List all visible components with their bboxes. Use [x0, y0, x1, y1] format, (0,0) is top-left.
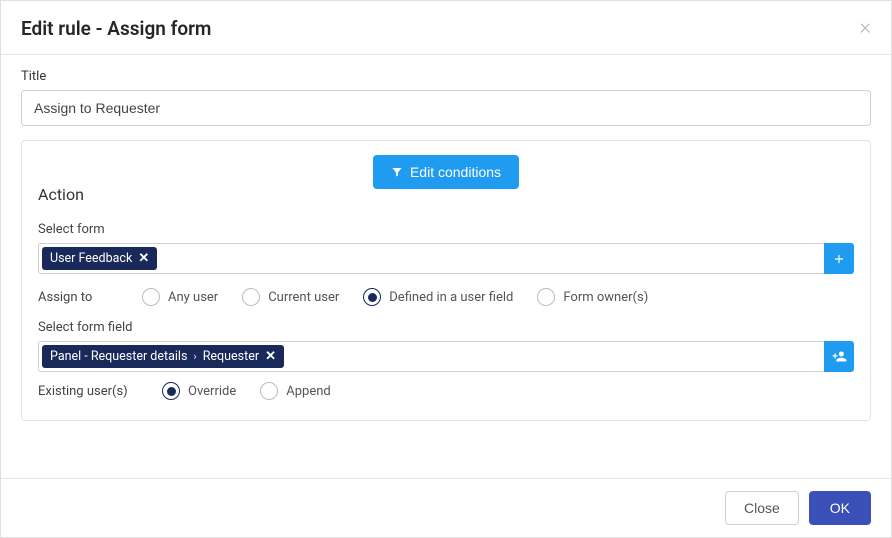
edit-conditions-button[interactable]: Edit conditions: [373, 155, 519, 189]
existing-users-label: Existing user(s): [38, 384, 138, 399]
assign-to-option-any-user[interactable]: Any user: [142, 288, 218, 306]
select-form-field-input[interactable]: Panel - Requester details › Requester ✕: [38, 341, 824, 372]
select-form-input[interactable]: User Feedback ✕: [38, 243, 824, 274]
chevron-right-icon: ›: [193, 350, 196, 363]
close-icon[interactable]: ×: [859, 17, 871, 39]
user-plus-icon: [832, 349, 847, 364]
form-tag: User Feedback ✕: [42, 247, 157, 270]
radio-icon: [162, 382, 180, 400]
assign-to-label: Assign to: [38, 290, 118, 305]
radio-label: Override: [188, 384, 236, 399]
add-form-field-button[interactable]: [824, 341, 854, 372]
radio-label: Any user: [168, 290, 218, 305]
assign-to-option-current-user[interactable]: Current user: [242, 288, 339, 306]
ok-button[interactable]: OK: [809, 491, 871, 525]
title-input[interactable]: [21, 90, 871, 126]
select-form-label: Select form: [38, 222, 854, 237]
form-field-tag: Panel - Requester details › Requester ✕: [42, 345, 284, 368]
radio-label: Current user: [268, 290, 339, 305]
radio-icon: [142, 288, 160, 306]
remove-form-tag-icon[interactable]: ✕: [138, 251, 149, 266]
title-label: Title: [21, 69, 871, 84]
assign-to-option-form-owners[interactable]: Form owner(s): [537, 288, 648, 306]
plus-icon: [832, 252, 846, 266]
existing-users-option-append[interactable]: Append: [260, 382, 330, 400]
form-field-tag-prefix: Panel - Requester details: [50, 349, 187, 364]
remove-form-field-tag-icon[interactable]: ✕: [265, 349, 276, 364]
close-button[interactable]: Close: [725, 491, 799, 525]
radio-icon: [260, 382, 278, 400]
form-tag-text: User Feedback: [50, 251, 132, 266]
radio-icon: [242, 288, 260, 306]
existing-users-option-override[interactable]: Override: [162, 382, 236, 400]
radio-icon: [537, 288, 555, 306]
select-form-field-label: Select form field: [38, 320, 854, 335]
form-field-tag-suffix: Requester: [203, 349, 259, 364]
radio-label: Defined in a user field: [389, 290, 513, 305]
add-form-button[interactable]: [824, 243, 854, 274]
dialog-title: Edit rule - Assign form: [21, 17, 211, 40]
edit-conditions-label: Edit conditions: [410, 164, 501, 180]
radio-label: Form owner(s): [563, 290, 648, 305]
filter-icon: [391, 166, 403, 178]
radio-label: Append: [286, 384, 330, 399]
radio-icon: [363, 288, 381, 306]
assign-to-option-defined-field[interactable]: Defined in a user field: [363, 288, 513, 306]
